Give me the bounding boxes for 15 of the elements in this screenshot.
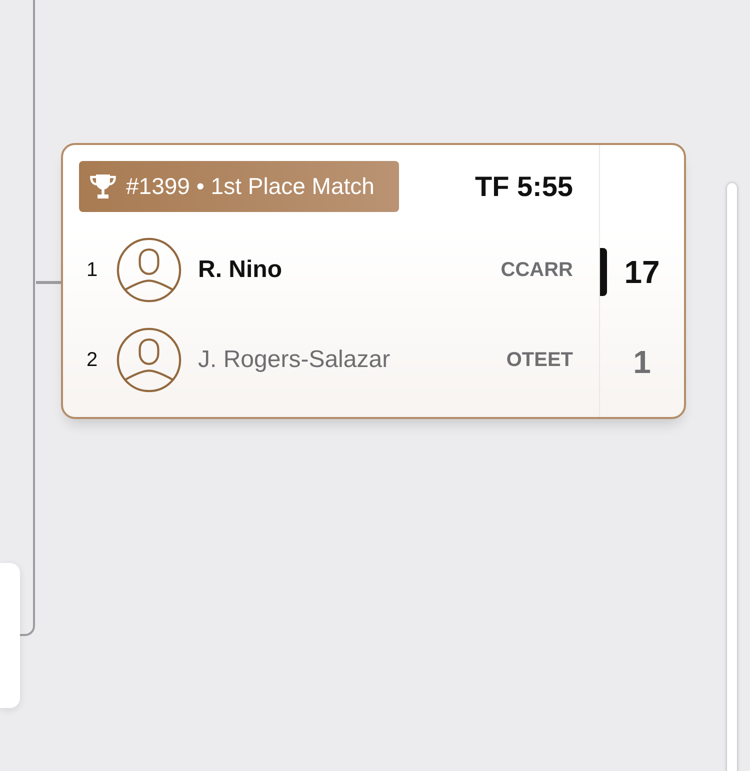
match-card[interactable]: #1399 • 1st Place Match TF 5:55 1 R. Nino CCARR 2 J. Rogers-Salazar OTEET 17 1	[61, 143, 686, 419]
avatar-icon	[116, 327, 182, 393]
scrollbar[interactable]	[727, 183, 737, 771]
team-name: CCARR	[500, 258, 573, 282]
score: 1	[633, 344, 651, 380]
avatar-icon	[116, 237, 182, 303]
seed-number: 1	[85, 258, 99, 282]
competitor-name: R. Nino	[198, 256, 282, 284]
trophy-icon	[88, 173, 118, 200]
competitor-name: J. Rogers-Salazar	[198, 346, 390, 374]
seed-number: 2	[85, 348, 99, 372]
match-result: TF 5:55	[474, 170, 573, 202]
score: 17	[624, 254, 660, 290]
team-name: OTEET	[506, 348, 573, 372]
match-title: #1399 • 1st Place Match	[126, 173, 374, 200]
